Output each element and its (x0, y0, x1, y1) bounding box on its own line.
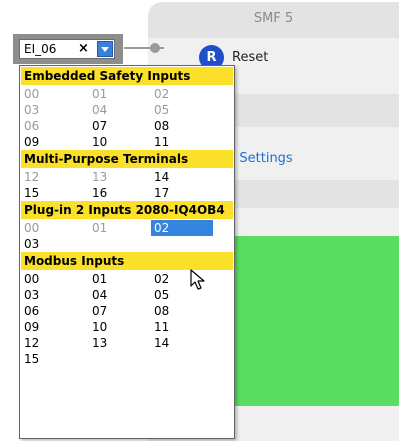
list-item: 13 (92, 170, 108, 184)
list-item: 05 (154, 103, 170, 117)
input-selector[interactable]: EI_06 × (19, 39, 115, 59)
list-item[interactable]: 11 (151, 319, 213, 335)
dropdown-button[interactable] (97, 41, 113, 57)
list-item[interactable]: 08 (151, 118, 213, 134)
connection-pin[interactable] (150, 43, 160, 53)
list-item: 03 (24, 103, 40, 117)
list-item-selected[interactable]: 02 (151, 220, 213, 236)
list-item: 02 (154, 87, 170, 101)
chevron-down-icon (101, 47, 109, 52)
list-item[interactable]: 09 (21, 134, 83, 150)
list-item[interactable]: 16 (89, 185, 151, 201)
input-selector-value: EI_06 (24, 42, 57, 56)
list-item[interactable]: 03 (21, 236, 83, 252)
list-item[interactable]: 13 (89, 335, 151, 351)
list-item[interactable]: 10 (89, 319, 151, 335)
list-item[interactable]: 07 (89, 303, 151, 319)
list-item[interactable]: 15 (21, 351, 83, 367)
list-item[interactable]: 01 (89, 271, 151, 287)
list-item[interactable]: 12 (21, 335, 83, 351)
list-item: 12 (24, 170, 40, 184)
group-header: Plug-in 2 Inputs 2080-IQ4OB4 (21, 201, 233, 219)
list-item: 06 (24, 119, 40, 133)
list-item[interactable]: 03 (21, 287, 83, 303)
clear-icon[interactable]: × (78, 41, 89, 56)
list-item[interactable]: 09 (21, 319, 83, 335)
function-block-title: SMF 5 (253, 11, 294, 26)
list-item[interactable]: 17 (151, 185, 213, 201)
list-item[interactable]: 14 (151, 335, 213, 351)
list-item[interactable]: 06 (21, 303, 83, 319)
list-item: 00 (24, 221, 40, 235)
list-item[interactable]: 15 (21, 185, 83, 201)
list-item: 04 (92, 103, 108, 117)
list-item: 00 (24, 87, 40, 101)
group-header: Embedded Safety Inputs (21, 67, 233, 85)
dropdown-list[interactable]: Embedded Safety Inputs 00 01 02 03 04 05 06 07 08… (19, 65, 235, 439)
list-item[interactable]: 00 (21, 271, 83, 287)
list-item[interactable]: 10 (89, 134, 151, 150)
list-item[interactable]: 07 (89, 118, 151, 134)
list-item[interactable]: 04 (89, 287, 151, 303)
list-item[interactable]: 14 (151, 169, 213, 185)
mouse-cursor-icon (190, 269, 205, 290)
list-item: 01 (92, 87, 108, 101)
list-item[interactable]: 08 (151, 303, 213, 319)
reset-label: Reset (232, 50, 269, 65)
list-item: 01 (92, 221, 108, 235)
group-header: Multi-Purpose Terminals (21, 150, 233, 168)
function-block-header: SMF 5 (148, 2, 399, 38)
list-item[interactable]: 11 (151, 134, 213, 150)
group-header: Modbus Inputs (21, 252, 233, 270)
